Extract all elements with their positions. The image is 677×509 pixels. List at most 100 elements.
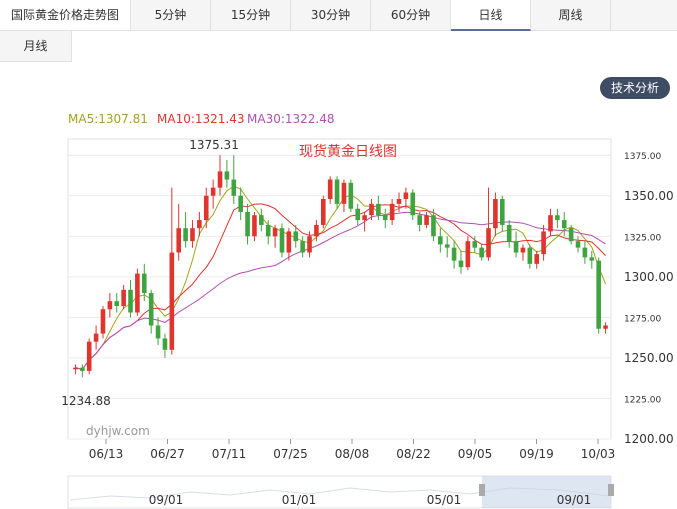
tab-weekly[interactable]: 周线 xyxy=(531,0,611,31)
navigator-date-label: 09/01 xyxy=(557,493,592,507)
candle-body xyxy=(176,228,182,253)
min-price-annotation: 1234.88 xyxy=(61,394,111,408)
candle-body xyxy=(520,247,526,253)
candle-body xyxy=(114,301,120,307)
candle-body xyxy=(238,195,243,212)
candle-body xyxy=(252,215,257,237)
candle-body xyxy=(431,215,436,237)
x-tick-label: 09/19 xyxy=(519,447,554,461)
period-tabs: 国际黄金价格走势图 5分钟 15分钟 30分钟 60分钟 日线 周线 月线 xyxy=(0,0,677,62)
candle-body xyxy=(369,203,374,216)
candle-body xyxy=(107,301,113,310)
candle-body xyxy=(224,171,230,180)
candle-body xyxy=(382,215,388,221)
candle-body xyxy=(499,199,505,225)
candle-body xyxy=(300,241,305,253)
candle-body xyxy=(534,254,540,264)
candle-body xyxy=(472,241,478,248)
widget-title: 国际黄金价格走势图 xyxy=(0,0,131,31)
y-tick-label: 1300.00 xyxy=(624,270,674,284)
y-tick-label: 1250.00 xyxy=(624,351,674,365)
y-tick-label: 1375.00 xyxy=(624,152,661,162)
y-tick-label: 1325.00 xyxy=(624,233,661,243)
candle-body xyxy=(465,241,471,268)
ma10-label: MA10:1321.43 xyxy=(157,112,245,126)
candle-body xyxy=(603,325,608,329)
watermark: dyhjw.com xyxy=(86,424,150,438)
chart-title: 现货黄金日线图 xyxy=(299,143,397,160)
candle-body xyxy=(183,228,188,242)
y-tick-label: 1350.00 xyxy=(624,189,674,203)
x-tick-label: 06/27 xyxy=(150,447,185,461)
candle-body xyxy=(493,199,498,229)
navigator-date-label: 05/01 xyxy=(427,493,462,507)
y-tick-label: 1225.00 xyxy=(624,395,661,405)
candle-body xyxy=(355,208,361,221)
candle-body xyxy=(169,252,175,350)
tab-15min[interactable]: 15分钟 xyxy=(211,0,291,31)
candle-body xyxy=(444,244,450,248)
candle-body xyxy=(561,220,567,229)
x-tick-label: 07/25 xyxy=(273,447,308,461)
navigator-handle-left[interactable] xyxy=(479,484,485,496)
candle-body xyxy=(506,224,512,242)
candle-body xyxy=(548,215,553,232)
candle-body xyxy=(307,236,312,253)
navigator-window[interactable] xyxy=(482,476,611,508)
candle-body xyxy=(513,241,519,253)
candle-body xyxy=(121,289,126,307)
navigator-date-label: 09/01 xyxy=(149,493,184,507)
candle-body xyxy=(410,192,416,216)
candle-body xyxy=(320,199,326,225)
candle-body xyxy=(458,260,464,268)
candle-body xyxy=(438,236,443,245)
candle-body xyxy=(272,228,278,237)
candle-body xyxy=(541,231,546,255)
x-tick-label: 09/05 xyxy=(458,447,493,461)
gold-chart-widget: 国际黄金价格走势图 5分钟 15分钟 30分钟 60分钟 日线 周线 月线 技术… xyxy=(0,0,677,509)
candle-body xyxy=(86,341,92,371)
candle-body xyxy=(197,220,202,229)
candle-body xyxy=(396,199,402,204)
candle-body xyxy=(245,211,250,237)
navigator-handle-right[interactable] xyxy=(608,484,614,496)
tab-60min[interactable]: 60分钟 xyxy=(371,0,451,31)
tabs-filler xyxy=(611,0,677,31)
tab-5min[interactable]: 5分钟 xyxy=(131,0,211,31)
tab-daily[interactable]: 日线 xyxy=(451,0,531,31)
candle-body xyxy=(589,257,595,261)
y-tick-label: 1275.00 xyxy=(624,314,661,324)
candle-body xyxy=(141,273,147,294)
navigator-date-label: 01/01 xyxy=(282,493,317,507)
candle-body xyxy=(403,192,409,199)
tab-30min[interactable]: 30分钟 xyxy=(291,0,371,31)
candle-body xyxy=(231,179,237,196)
y-tick-label: 1200.00 xyxy=(624,432,674,446)
candle-body xyxy=(451,247,457,261)
technical-analysis-button[interactable]: 技术分析 xyxy=(600,77,670,99)
candle-body xyxy=(217,171,223,188)
candle-body xyxy=(341,182,347,204)
max-price-annotation: 1375.31 xyxy=(189,138,239,152)
x-tick-label: 10/03 xyxy=(581,447,616,461)
candle-body xyxy=(128,289,133,313)
candle-body xyxy=(93,333,99,342)
candle-body xyxy=(279,228,285,253)
candle-body xyxy=(389,203,395,221)
candle-body xyxy=(486,228,491,258)
ma30-label: MA30:1322.48 xyxy=(247,112,335,126)
candle-body xyxy=(348,182,354,209)
x-tick-label: 06/13 xyxy=(89,447,124,461)
x-tick-label: 07/11 xyxy=(212,447,247,461)
x-tick-label: 08/08 xyxy=(335,447,370,461)
plot-border xyxy=(67,138,612,440)
candle-body xyxy=(293,231,299,242)
candle-body xyxy=(314,224,319,237)
candle-body xyxy=(479,247,484,258)
tab-monthly[interactable]: 月线 xyxy=(0,31,72,62)
candle-body xyxy=(582,247,588,258)
time-navigator[interactable]: 09/01 01/01 05/01 09/01 xyxy=(0,470,677,509)
candle-body xyxy=(327,179,333,199)
candle-body xyxy=(80,367,85,371)
candle-body xyxy=(527,247,533,264)
